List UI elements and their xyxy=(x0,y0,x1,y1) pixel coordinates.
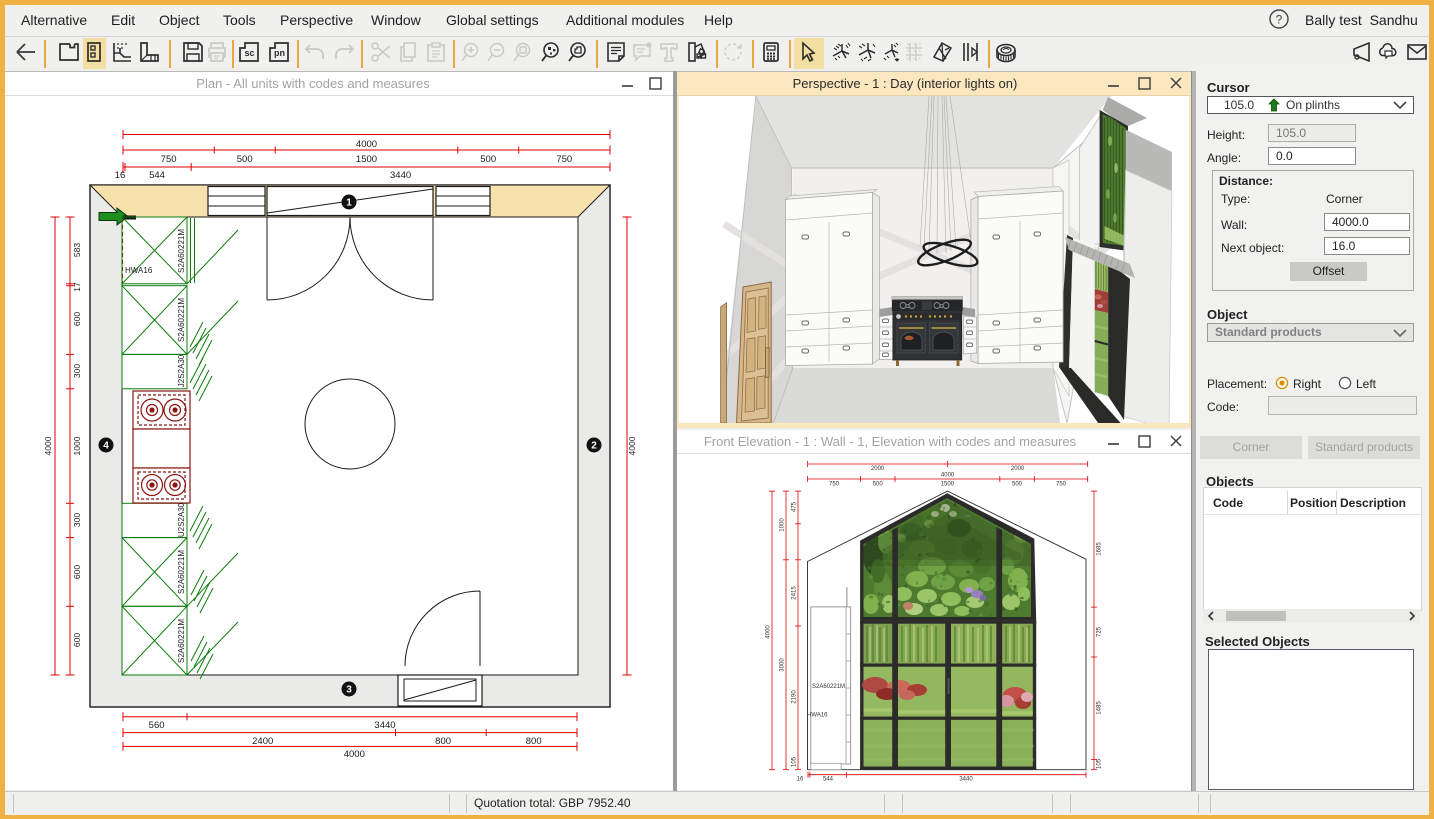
svg-text:600: 600 xyxy=(72,633,82,647)
svg-text:17: 17 xyxy=(72,282,82,292)
svg-text:560: 560 xyxy=(149,720,165,731)
svg-text:HWA16: HWA16 xyxy=(125,266,153,275)
svg-text:1485: 1485 xyxy=(1097,701,1103,715)
svg-text:J2S2A30: J2S2A30 xyxy=(177,354,186,387)
svg-text:800: 800 xyxy=(526,736,542,747)
svg-text:pn: pn xyxy=(274,48,285,58)
svg-text:2415: 2415 xyxy=(792,586,798,600)
svg-text:500: 500 xyxy=(237,154,253,165)
svg-text:1: 1 xyxy=(346,198,352,209)
svg-text:4000: 4000 xyxy=(43,436,53,455)
svg-text:2190: 2190 xyxy=(792,690,798,704)
svg-text:500: 500 xyxy=(873,482,884,488)
svg-text:1500: 1500 xyxy=(941,482,955,488)
svg-text:3440: 3440 xyxy=(959,777,973,783)
svg-text:?: ? xyxy=(1276,13,1283,27)
svg-text:4000: 4000 xyxy=(941,473,955,479)
svg-text:sc: sc xyxy=(244,48,254,58)
svg-text:2400: 2400 xyxy=(252,736,273,747)
svg-text:500: 500 xyxy=(480,154,496,165)
svg-text:725: 725 xyxy=(1097,626,1103,637)
svg-text:1500: 1500 xyxy=(356,154,377,165)
svg-text:600: 600 xyxy=(72,312,82,326)
svg-text:S2A60221M: S2A60221M xyxy=(177,298,186,342)
svg-text:544: 544 xyxy=(149,170,165,181)
svg-text:1685: 1685 xyxy=(1097,542,1103,556)
svg-text:105: 105 xyxy=(1097,758,1103,769)
svg-text:4000: 4000 xyxy=(344,749,365,760)
svg-text:750: 750 xyxy=(1056,482,1067,488)
svg-text:544: 544 xyxy=(823,777,834,783)
svg-text:3: 3 xyxy=(346,685,352,696)
svg-text:105: 105 xyxy=(792,756,798,767)
svg-text:16: 16 xyxy=(115,170,126,181)
svg-text:600: 600 xyxy=(72,565,82,579)
svg-text:HWA16: HWA16 xyxy=(807,713,828,719)
svg-text:4: 4 xyxy=(103,441,109,452)
svg-text:475: 475 xyxy=(792,501,798,512)
svg-text:S2A60221M: S2A60221M xyxy=(177,229,186,273)
svg-text:S2A60221M: S2A60221M xyxy=(177,550,186,594)
svg-text:1000: 1000 xyxy=(780,518,786,532)
svg-text:4000: 4000 xyxy=(766,625,772,639)
svg-text:750: 750 xyxy=(161,154,177,165)
svg-text:583: 583 xyxy=(72,243,82,257)
svg-text:2: 2 xyxy=(591,441,597,452)
svg-text:S2A60221M: S2A60221M xyxy=(177,619,186,663)
svg-text:3000: 3000 xyxy=(780,658,786,672)
svg-text:2000: 2000 xyxy=(1011,466,1025,472)
svg-text:300: 300 xyxy=(72,364,82,378)
svg-text:750: 750 xyxy=(556,154,572,165)
svg-text:3440: 3440 xyxy=(390,170,411,181)
svg-text:750: 750 xyxy=(829,482,840,488)
svg-text:4000: 4000 xyxy=(356,139,377,150)
svg-text:800: 800 xyxy=(435,736,451,747)
svg-text:4000: 4000 xyxy=(627,436,637,455)
svg-text:16: 16 xyxy=(797,777,804,783)
svg-text:300: 300 xyxy=(72,513,82,527)
svg-text:2000: 2000 xyxy=(871,466,885,472)
svg-text:3440: 3440 xyxy=(374,720,395,731)
svg-text:S2A60221M: S2A60221M xyxy=(812,684,845,690)
svg-text:500: 500 xyxy=(1012,482,1023,488)
svg-text:1000: 1000 xyxy=(72,436,82,455)
svg-text:U2S2A30: U2S2A30 xyxy=(177,502,186,537)
